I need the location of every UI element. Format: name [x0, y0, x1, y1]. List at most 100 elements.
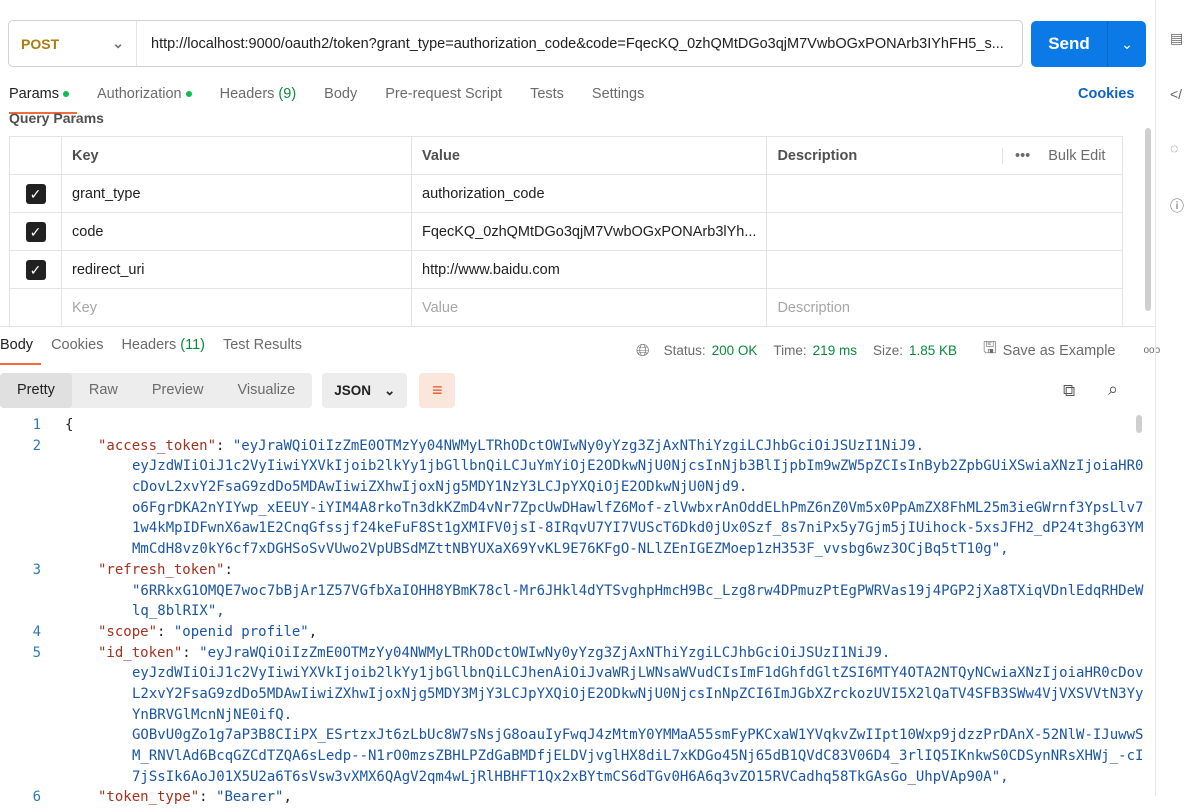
line-number — [0, 725, 41, 746]
code-text: "access_token": "eyJraWQiOiIzZmE0OTMzYy0… — [41, 436, 924, 457]
value-input[interactable]: Value — [410, 288, 768, 327]
tab-count: (11) — [180, 337, 205, 353]
tab-label: Cookies — [51, 337, 104, 353]
code-continuation: cDovL2xvY2FsaG9zdDo5MDAwIiwiZXhwIjoxNjg5… — [132, 479, 748, 496]
row-checkbox[interactable]: ✓ — [25, 259, 46, 280]
tab-label: Body — [324, 86, 358, 102]
code-line: 1{ — [0, 415, 1143, 436]
line-number — [0, 684, 41, 705]
code-line: cDovL2xvY2FsaG9zdDo5MDAwIiwiZXhwIjoxNjg5… — [0, 477, 1143, 498]
code-line: GOBvU0gZo1g7aP3B8CIiPX_ESrtzxJt6zLbUc8W7… — [0, 725, 1143, 746]
tab-label: Headers — [219, 86, 275, 102]
tab-label: Test Results — [222, 337, 302, 353]
line-number — [0, 477, 41, 498]
tab-pre-request-script[interactable]: Pre-request Script — [385, 86, 502, 110]
send-options-chevron-icon[interactable]: ⌄ — [1108, 36, 1146, 53]
code-continuation: 1w4kMpIDFwnX6aw1E2CnqGfssjf24keFuF8St1gX… — [132, 520, 1144, 537]
line-number — [0, 601, 41, 622]
code-text: "scope": "openid profile", — [41, 622, 317, 643]
format-tab-raw[interactable]: Raw — [72, 373, 135, 408]
description-label: Description — [777, 147, 858, 164]
tab-headers[interactable]: Headers (9) — [220, 86, 297, 110]
url-input[interactable]: http://localhost:9000/oauth2/token?grant… — [137, 36, 1022, 52]
table-row-empty: Key Value Description — [9, 288, 1123, 327]
code-continuation: lq_8blRIX", — [132, 603, 225, 620]
tab-tests[interactable]: Tests — [530, 86, 564, 110]
code-continuation: L2xvY2FsaG9zdDo5MDAwIiwiZXhwIjoxNjg5MDY3… — [132, 685, 1144, 702]
tab-authorization[interactable]: Authorization — [97, 86, 192, 110]
param-description[interactable] — [766, 250, 1123, 289]
json-key: "scope" — [98, 623, 158, 640]
param-value[interactable]: FqecKQ_0zhQMtDGo3qjM7VwbOGxPONArb3lYh... — [410, 212, 768, 251]
param-key[interactable]: code — [61, 212, 412, 251]
body-scrollbar[interactable] — [1136, 415, 1142, 433]
code-continuation: 7jSsIk6AoJ01X5U2a6T6sVsw3vXMX6QAgV2qm4wL… — [132, 768, 1009, 785]
code-line: YnBRVGlMcnNjNE0ifQ. — [0, 705, 1143, 726]
documentation-icon[interactable]: ▤ — [1170, 30, 1183, 47]
wrap-lines-icon[interactable]: ≡ — [419, 373, 456, 408]
param-value[interactable]: authorization_code — [410, 174, 768, 213]
search-icon[interactable]: ⌕ — [1108, 379, 1118, 400]
code-line: 3 "refresh_token": — [0, 560, 1143, 581]
line-number — [0, 456, 41, 477]
param-description[interactable] — [766, 212, 1123, 251]
param-value[interactable]: http://www.baidu.com — [410, 250, 768, 289]
save-as-example-button[interactable]: Save as Example — [1003, 343, 1116, 359]
param-key[interactable]: grant_type — [61, 174, 412, 213]
method-select[interactable]: POST ⌄ — [9, 21, 137, 66]
tab-label: Body — [0, 337, 34, 353]
send-button[interactable]: Send ⌄ — [1031, 21, 1146, 67]
line-number: 6 — [32, 789, 41, 806]
format-tab-visualize[interactable]: Visualize — [220, 373, 312, 408]
code-text: "token_type": "Bearer", — [41, 787, 292, 808]
cookies-link[interactable]: Cookies — [1078, 86, 1134, 102]
copy-icon[interactable]: ⧉ — [1063, 381, 1075, 401]
tab-settings[interactable]: Settings — [592, 86, 644, 110]
param-key[interactable]: redirect_uri — [61, 250, 412, 289]
format-tab-pretty[interactable]: Pretty — [0, 373, 72, 408]
code-text: "id_token": "eyJraWQiOiIzZmE0OTMzYy04NWM… — [41, 643, 890, 664]
param-description[interactable] — [766, 174, 1123, 213]
json-key: "refresh_token" — [98, 561, 225, 578]
header-key: Key — [61, 136, 412, 175]
format-select[interactable]: JSON ⌄ — [322, 373, 408, 408]
tab-params[interactable]: Params — [9, 86, 77, 114]
json-punct: , — [283, 789, 292, 806]
code-continuation: "6RRkxG1OMQE7woc7bBjAr1Z57VGfbXaIOHH8YBm… — [132, 582, 1144, 599]
params-scrollbar[interactable] — [1145, 128, 1151, 311]
more-icon[interactable]: ••• — [1015, 148, 1030, 164]
key-input[interactable]: Key — [61, 288, 412, 327]
json-punct: { — [65, 417, 74, 433]
row-checkbox[interactable]: ✓ — [25, 221, 46, 242]
json-punct: : — [216, 437, 233, 454]
code-line: 6 "token_type": "Bearer", — [0, 787, 1143, 808]
code-text: "refresh_token": — [41, 560, 233, 581]
tab-label: Tests — [530, 86, 564, 102]
info-icon[interactable]: ⓘ — [1170, 196, 1184, 216]
code-line: MmCdH8vz0kY6cf7xDGHSoSvVUwo2VpUBSdMZttNB… — [0, 539, 1143, 560]
tab-headers[interactable]: Headers (11) — [121, 337, 205, 361]
tab-body[interactable]: Body — [0, 337, 42, 365]
tab-label: Pre-request Script — [385, 86, 503, 102]
line-number: 5 — [32, 644, 41, 661]
format-select-label: JSON — [334, 383, 372, 398]
tab-test-results[interactable]: Test Results — [223, 337, 302, 361]
tab-cookies[interactable]: Cookies — [51, 337, 103, 361]
bulk-edit-button[interactable]: Bulk Edit — [1048, 148, 1105, 164]
code-continuation: YnBRVGlMcnNjNE0ifQ. — [132, 706, 293, 723]
row-checkbox[interactable]: ✓ — [25, 183, 46, 204]
format-tabs: Pretty Raw Preview Visualize — [0, 373, 313, 408]
code-icon[interactable]: </ — [1170, 86, 1182, 102]
code-text: { — [41, 415, 73, 436]
description-input[interactable]: Description — [766, 288, 1123, 327]
comments-icon[interactable]: ◌ — [1170, 140, 1178, 156]
header-value: Value — [410, 136, 768, 175]
right-sidebar: ▤ </ ◌ ⓘ — [1155, 0, 1184, 796]
globe-icon[interactable]: 🌐︎ — [636, 341, 650, 361]
status-label: Status: — [663, 343, 706, 358]
format-tab-preview[interactable]: Preview — [135, 373, 221, 408]
code-line: 4 "scope": "openid profile", — [0, 622, 1143, 643]
json-punct: : — [182, 644, 200, 661]
status-dot-icon — [62, 91, 69, 98]
tab-body[interactable]: Body — [324, 86, 357, 110]
